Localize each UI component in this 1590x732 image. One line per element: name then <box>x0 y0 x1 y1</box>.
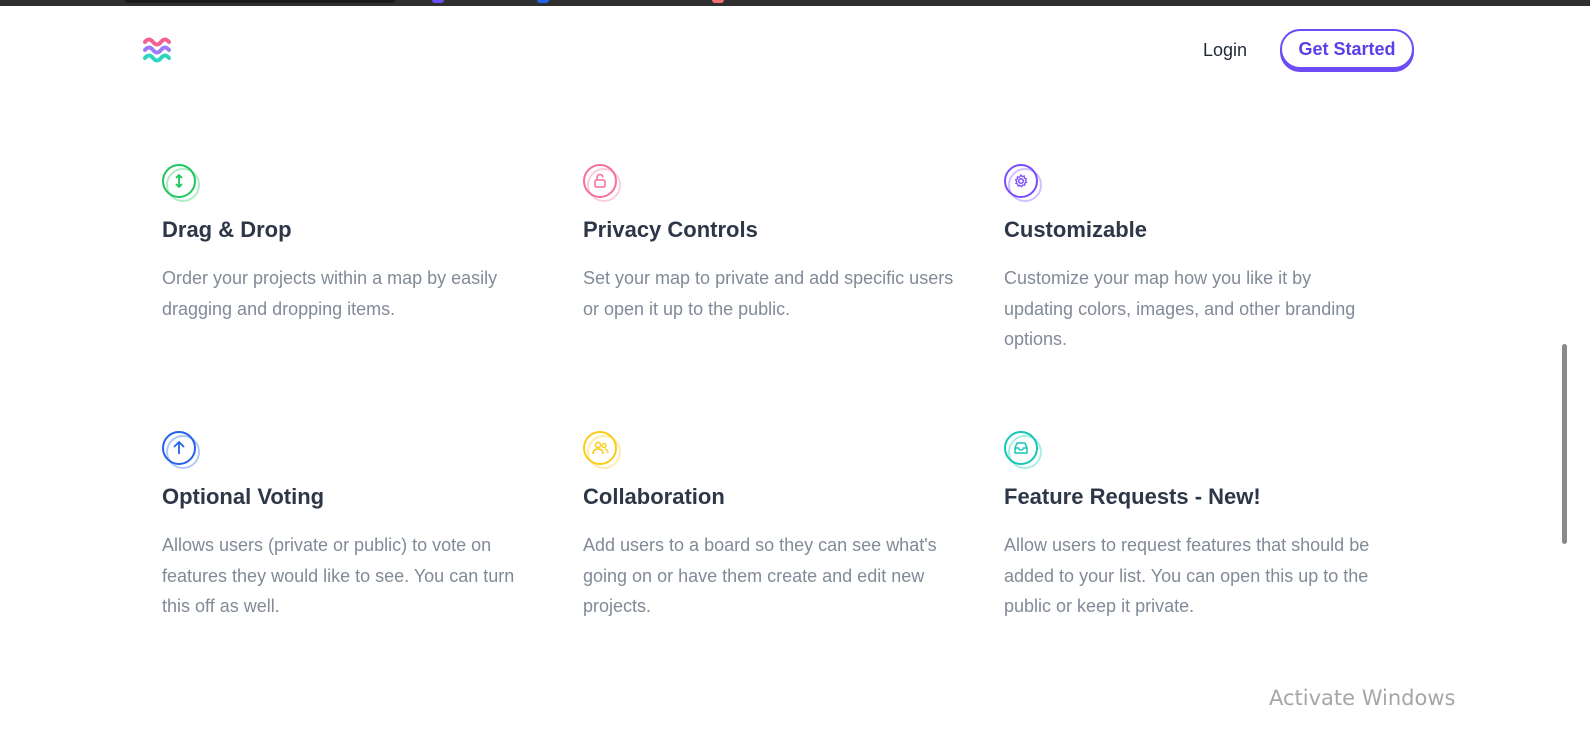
tab-indicator <box>432 0 444 3</box>
feature-description: Add users to a board so they can see wha… <box>583 535 937 616</box>
page-scrollbar[interactable] <box>1560 6 1568 732</box>
scrollbar-thumb[interactable] <box>1562 344 1567 544</box>
tab-indicator <box>125 0 395 3</box>
feature-feature-requests: Feature Requests - New! Allow users to r… <box>1004 431 1384 622</box>
lock-open-icon <box>583 164 621 202</box>
users-icon <box>583 431 621 469</box>
tab-indicator <box>712 0 724 3</box>
feature-description: Set your map to private and add specific… <box>583 268 954 319</box>
feature-drag-drop: Drag & Drop Order your projects within a… <box>162 164 542 324</box>
feature-privacy-controls: Privacy Controls Set your map to private… <box>583 164 963 324</box>
wave-logo[interactable] <box>143 34 171 66</box>
feature-title: Privacy Controls <box>583 217 758 242</box>
feature-title: Feature Requests - New! <box>1004 484 1261 509</box>
activate-windows-watermark: Activate Windows <box>1269 686 1456 710</box>
feature-title: Collaboration <box>583 484 725 509</box>
feature-title: Customizable <box>1004 217 1148 242</box>
feature-description: Allow users to request features that sho… <box>1004 535 1370 616</box>
gear-icon <box>1004 164 1042 202</box>
inbox-icon <box>1004 431 1042 469</box>
site-header: Login Get Started <box>0 6 1590 96</box>
feature-title: Drag & Drop <box>162 217 292 242</box>
feature-customizable: Customizable Customize your map how you … <box>1004 164 1384 355</box>
get-started-button[interactable]: Get Started <box>1280 29 1414 69</box>
arrows-vertical-icon <box>162 164 200 202</box>
arrow-up-icon <box>162 431 200 469</box>
tab-indicator <box>537 0 549 3</box>
login-link[interactable]: Login <box>1203 40 1247 61</box>
feature-description: Customize your map how you like it by up… <box>1004 268 1356 349</box>
feature-collaboration: Collaboration Add users to a board so th… <box>583 431 963 622</box>
feature-description: Allows users (private or public) to vote… <box>162 535 515 616</box>
feature-description: Order your projects within a map by easi… <box>162 268 498 319</box>
feature-optional-voting: Optional Voting Allows users (private or… <box>162 431 542 622</box>
feature-title: Optional Voting <box>162 484 325 509</box>
